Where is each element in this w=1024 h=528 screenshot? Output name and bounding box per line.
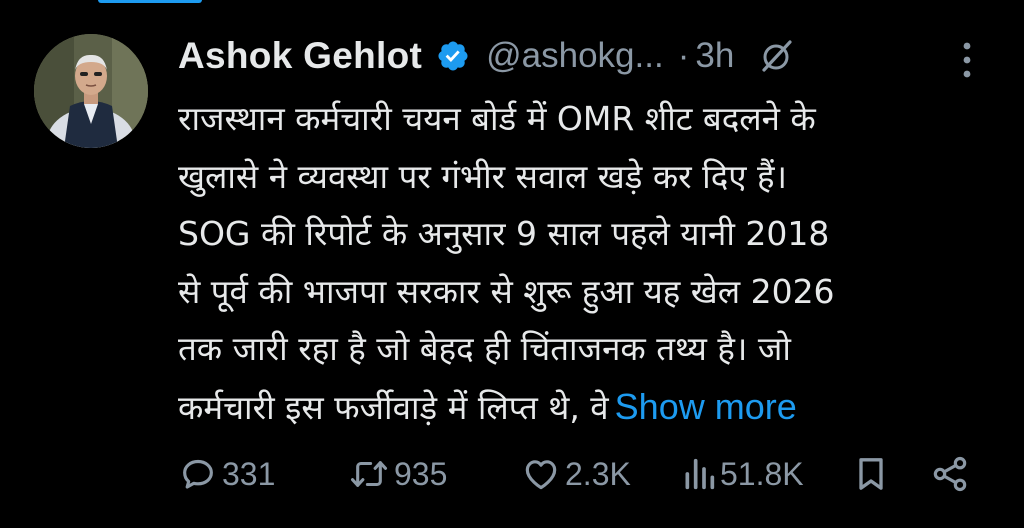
- tweet-line-text: कर्मचारी इस फर्जीवाड़े में लिप्त थे, वे: [178, 387, 609, 427]
- bookmark-button[interactable]: [854, 448, 888, 500]
- tweet-text: राजस्थान कर्मचारी चयन बोर्ड में OMR शीट …: [178, 90, 998, 435]
- action-bar: 331 935 2.3K 51.8K: [178, 448, 978, 500]
- repost-button[interactable]: 935: [348, 448, 447, 500]
- views-count: 51.8K: [720, 455, 804, 492]
- avatar[interactable]: [34, 34, 148, 148]
- tweet-header: Ashok Gehlot @ashokg... · 3h: [178, 30, 998, 82]
- bookmark-icon: [859, 458, 883, 490]
- repost-count: 935: [394, 455, 448, 492]
- author-handle[interactable]: @ashokg...: [486, 36, 664, 76]
- avatar-image: [34, 34, 148, 148]
- show-more-link[interactable]: Show more: [615, 386, 797, 427]
- tweet-line: SOG की रिपोर्ट के अनुसार 9 साल पहले यानी…: [178, 214, 830, 253]
- author-name[interactable]: Ashok Gehlot: [178, 35, 422, 77]
- tweet-line: खुलासे ने व्यवस्था पर गंभीर सवाल खड़े कर…: [178, 156, 788, 196]
- like-button[interactable]: 2.3K: [521, 448, 631, 500]
- reply-count: 331: [222, 455, 276, 492]
- more-vertical-icon[interactable]: [956, 40, 978, 80]
- tweet-line: तक जारी रहा है जो बेहद ही चिंताजनक तथ्य …: [178, 329, 791, 368]
- tweet-line-last: कर्मचारी इस फर्जीवाड़े में लिप्त थे, वे S…: [178, 378, 998, 436]
- tweet-timestamp[interactable]: 3h: [695, 36, 734, 76]
- share-button[interactable]: [930, 448, 970, 500]
- like-count: 2.3K: [565, 455, 631, 492]
- reply-icon: [183, 459, 213, 489]
- repost-icon: [350, 461, 388, 487]
- header-separator: ·: [677, 36, 690, 75]
- tweet-line: से पूर्व की भाजपा सरकार से शुरू हुआ यह ख…: [178, 271, 835, 311]
- verified-badge-icon[interactable]: [436, 39, 470, 73]
- tweet-line: राजस्थान कर्मचारी चयन बोर्ड में OMR शीट …: [178, 99, 816, 138]
- share-icon: [933, 456, 967, 492]
- heart-icon: [525, 460, 557, 490]
- views-button[interactable]: 51.8K: [682, 448, 804, 500]
- views-icon: [685, 458, 715, 490]
- reply-button[interactable]: 331: [178, 448, 275, 500]
- grok-icon[interactable]: [760, 39, 794, 73]
- top-accent-bar: [98, 0, 202, 3]
